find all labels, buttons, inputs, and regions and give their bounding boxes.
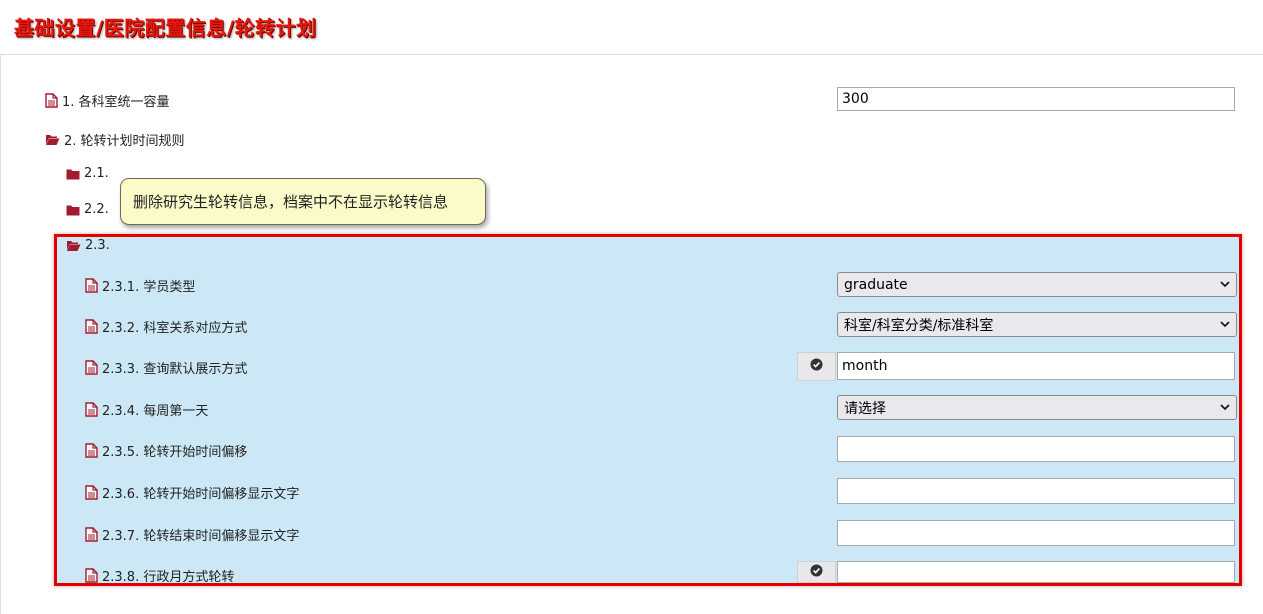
setting-label: 2.3.8. 行政月方式轮转 bbox=[102, 570, 235, 585]
setting-group-2-1[interactable]: 2.1. bbox=[66, 166, 109, 181]
setting-label: 2.3.7. 轮转结束时间偏移显示文字 bbox=[102, 529, 300, 544]
setting-label: 2.3.1. 学员类型 bbox=[102, 280, 196, 295]
setting-row-2-3-5: 2.3.5. 轮转开始时间偏移 bbox=[85, 441, 247, 460]
setting-label: 2.1. bbox=[84, 166, 109, 181]
rotation-end-offset-text-input[interactable] bbox=[837, 520, 1235, 546]
setting-row-2-3-8: 2.3.8. 行政月方式轮转 bbox=[85, 566, 234, 585]
setting-label: 2.3.5. 轮转开始时间偏移 bbox=[102, 445, 248, 460]
folder-open-icon bbox=[45, 133, 60, 146]
setting-row-2-3-4: 2.3.4. 每周第一天 bbox=[85, 400, 208, 419]
check-circle-icon bbox=[810, 564, 823, 581]
select-value: 请选择 bbox=[844, 400, 886, 417]
rotation-start-offset-input[interactable] bbox=[837, 436, 1235, 462]
setting-label: 2.3.4. 每周第一天 bbox=[102, 404, 209, 419]
file-text-icon bbox=[85, 278, 98, 293]
setting-row-2-3-7: 2.3.7. 轮转结束时间偏移显示文字 bbox=[85, 525, 299, 544]
folder-icon bbox=[66, 168, 80, 180]
chevron-down-icon bbox=[1220, 318, 1230, 331]
week-first-day-select[interactable]: 请选择 bbox=[837, 395, 1237, 420]
file-text-icon bbox=[85, 443, 98, 458]
setting-label: 2.3.2. 科室关系对应方式 bbox=[102, 321, 248, 336]
department-relation-select[interactable]: 科室/科室分类/标准科室 bbox=[837, 312, 1237, 337]
confirm-button[interactable] bbox=[797, 352, 836, 381]
setting-row-2-3-1: 2.3.1. 学员类型 bbox=[85, 276, 195, 295]
setting-label: 1. 各科室统一容量 bbox=[62, 95, 170, 110]
file-text-icon bbox=[45, 93, 58, 108]
confirm-button[interactable] bbox=[797, 561, 836, 583]
setting-row-2-3-2: 2.3.2. 科室关系对应方式 bbox=[85, 317, 247, 336]
setting-label: 2.2. bbox=[84, 202, 109, 217]
setting-label: 2.3.3. 查询默认展示方式 bbox=[102, 362, 248, 377]
page-title: 基础设置/医院配置信息/轮转计划 bbox=[14, 16, 317, 40]
select-value: 科室/科室分类/标准科室 bbox=[844, 317, 994, 334]
setting-group-2-2[interactable]: 2.2. bbox=[66, 202, 109, 217]
file-text-icon bbox=[85, 319, 98, 334]
tooltip: 删除研究生轮转信息，档案中不在显示轮转信息 bbox=[120, 178, 486, 225]
tooltip-text: 删除研究生轮转信息，档案中不在显示轮转信息 bbox=[133, 193, 449, 211]
setting-group-2-3[interactable]: 2.3. bbox=[66, 238, 110, 253]
setting-label: 2. 轮转计划时间规则 bbox=[64, 134, 185, 149]
file-text-icon bbox=[85, 568, 98, 583]
file-text-icon bbox=[85, 402, 98, 417]
admin-month-rotation-input[interactable] bbox=[837, 561, 1235, 583]
file-text-icon bbox=[85, 485, 98, 500]
setting-row-1: 1. 各科室统一容量 bbox=[45, 91, 170, 110]
setting-row-2-3-6: 2.3.6. 轮转开始时间偏移显示文字 bbox=[85, 483, 299, 502]
folder-open-icon bbox=[66, 239, 81, 252]
unified-capacity-input[interactable] bbox=[837, 87, 1235, 111]
setting-group-2[interactable]: 2. 轮转计划时间规则 bbox=[45, 130, 185, 149]
check-circle-icon bbox=[810, 358, 823, 375]
folder-icon bbox=[66, 204, 80, 216]
select-value: graduate bbox=[844, 276, 908, 293]
rotation-start-offset-text-input[interactable] bbox=[837, 478, 1235, 504]
setting-label: 2.3.6. 轮转开始时间偏移显示文字 bbox=[102, 487, 300, 502]
chevron-down-icon bbox=[1220, 278, 1230, 291]
setting-label: 2.3. bbox=[85, 238, 110, 253]
chevron-down-icon bbox=[1220, 401, 1230, 414]
file-text-icon bbox=[85, 360, 98, 375]
default-display-mode-input[interactable] bbox=[837, 352, 1235, 380]
setting-row-2-3-3: 2.3.3. 查询默认展示方式 bbox=[85, 358, 247, 377]
file-text-icon bbox=[85, 527, 98, 542]
student-type-select[interactable]: graduate bbox=[837, 272, 1237, 297]
